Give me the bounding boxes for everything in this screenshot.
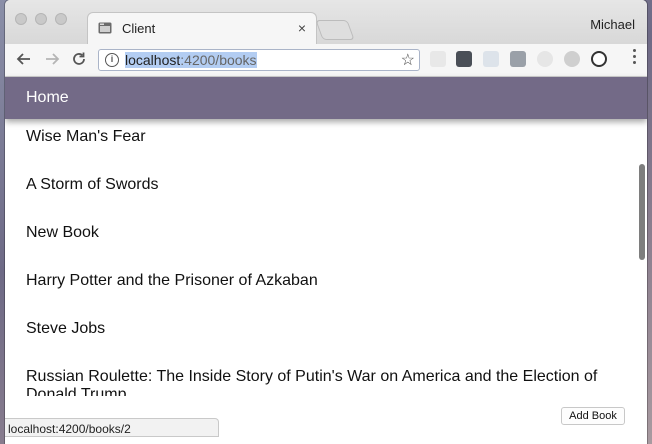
profile-name[interactable]: Michael	[590, 17, 635, 32]
extension-icon-6[interactable]	[564, 51, 580, 67]
browser-window: Client × Michael i localhost:4200/books …	[5, 0, 647, 444]
url-host: localhost	[125, 52, 181, 68]
nav-home-link[interactable]: Home	[26, 89, 69, 107]
maximize-window-icon[interactable]	[55, 13, 67, 25]
scrollbar-thumb[interactable]	[639, 164, 645, 260]
book-item[interactable]: Harry Potter and the Prisoner of Azkaban	[26, 272, 616, 290]
minimize-window-icon[interactable]	[35, 13, 47, 25]
menu-dots-icon[interactable]	[633, 49, 637, 67]
back-arrow-icon[interactable]	[15, 50, 33, 68]
forward-arrow-icon[interactable]	[43, 50, 61, 68]
app-navbar: Home	[5, 77, 647, 119]
tab-strip: Client × Michael	[5, 0, 647, 44]
extension-icon-2[interactable]	[456, 51, 472, 67]
url-path: :4200/books	[180, 52, 257, 68]
tab-close-icon[interactable]: ×	[298, 20, 306, 36]
star-icon[interactable]: ☆	[401, 50, 415, 70]
reload-icon[interactable]	[70, 50, 88, 68]
extension-icon-1[interactable]	[430, 51, 446, 67]
close-window-icon[interactable]	[15, 13, 27, 25]
add-book-button[interactable]: Add Book	[561, 407, 625, 425]
browser-toolbar: i localhost:4200/books ☆	[5, 44, 647, 77]
extension-icon-4[interactable]	[510, 51, 526, 67]
book-item[interactable]: Steve Jobs	[26, 320, 616, 338]
extension-icon-7[interactable]	[591, 51, 607, 67]
extension-icon-5[interactable]	[537, 51, 553, 67]
book-item[interactable]: Wise Man's Fear	[26, 128, 616, 146]
status-bar: localhost:4200/books/2	[5, 418, 219, 437]
page-icon	[98, 22, 112, 34]
book-item[interactable]: New Book	[26, 224, 616, 242]
address-bar[interactable]: i localhost:4200/books ☆	[98, 49, 420, 71]
status-url: localhost:4200/books/2	[8, 422, 131, 436]
book-item[interactable]: Russian Roulette: The Inside Story of Pu…	[26, 368, 616, 396]
new-tab-button[interactable]	[315, 20, 355, 40]
info-icon[interactable]: i	[105, 53, 119, 67]
book-item[interactable]: A Storm of Swords	[26, 176, 616, 194]
extension-icon-3[interactable]	[483, 51, 499, 67]
book-list: Wise Man's Fear A Storm of Swords New Bo…	[5, 119, 647, 396]
url-text[interactable]: localhost:4200/books	[125, 52, 257, 68]
tab-client[interactable]: Client ×	[87, 12, 317, 44]
tab-title: Client	[122, 21, 156, 36]
